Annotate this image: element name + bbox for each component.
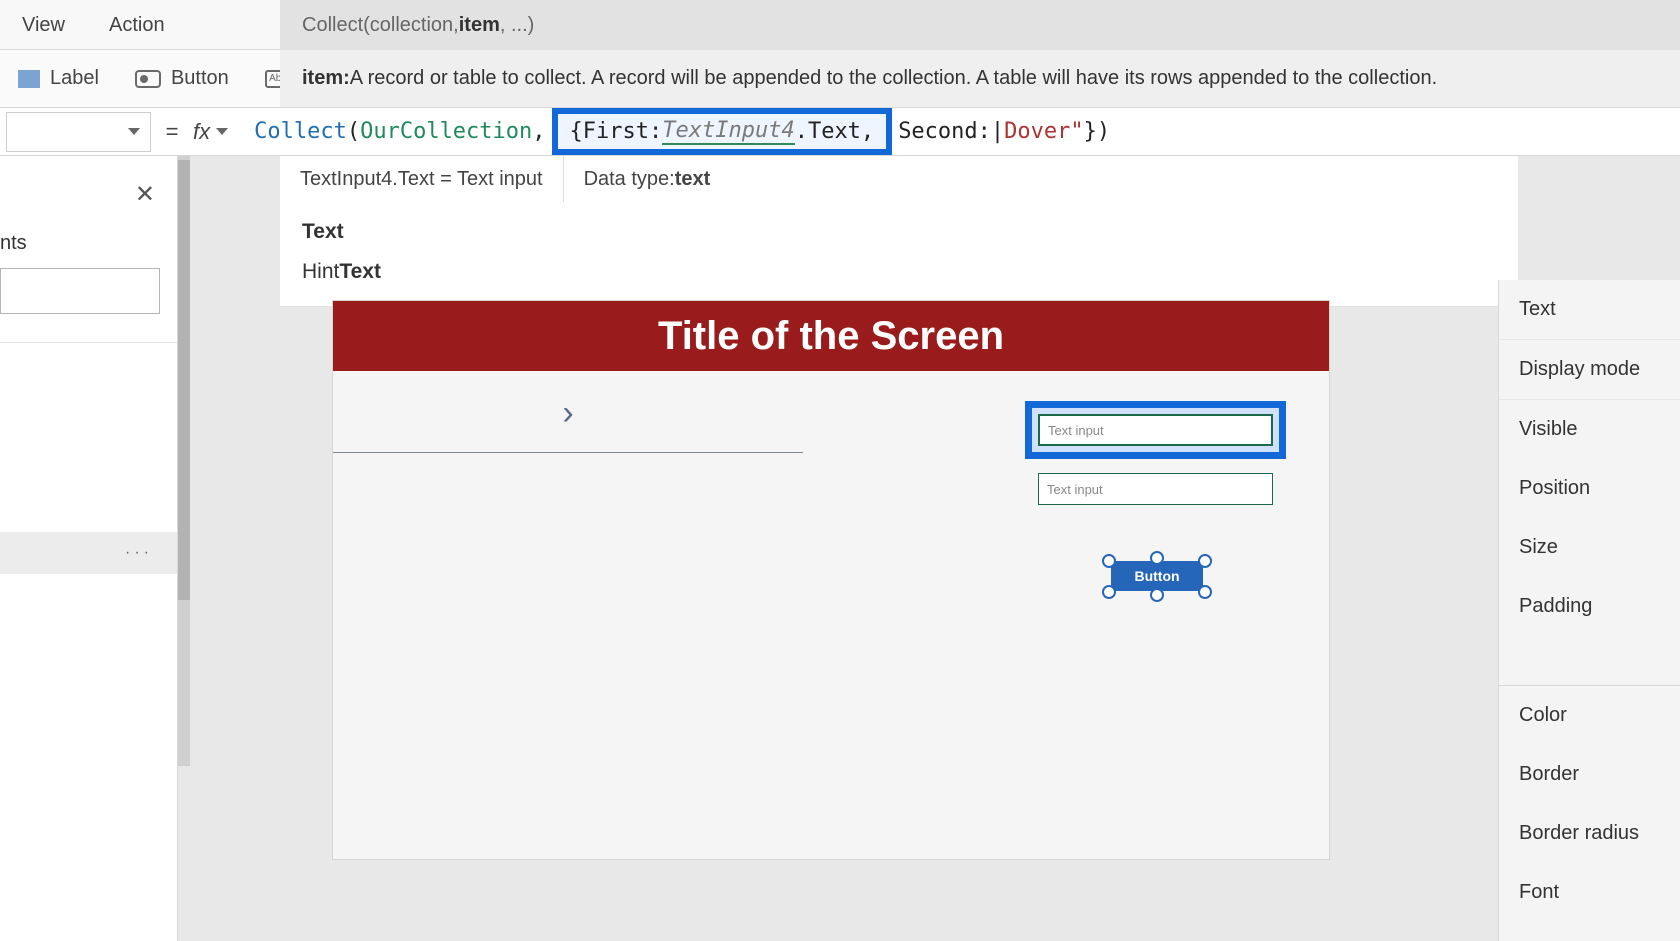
resize-handle-nw[interactable] — [1102, 554, 1116, 568]
chevron-down-icon — [128, 128, 140, 135]
tree-view-panel: ✕ nts ··· — [0, 156, 178, 941]
screen-title-label: Title of the Screen — [333, 301, 1329, 371]
button-selection-wrap: Button — [1092, 549, 1222, 603]
treeview-label-fragment: nts — [0, 232, 27, 255]
menu-view[interactable]: View — [0, 0, 87, 50]
chevron-right-icon[interactable]: › — [562, 394, 573, 433]
prop-text[interactable]: Text — [1499, 280, 1680, 340]
formula-bar: = fx Collect ( OurCollection , {First: T… — [0, 108, 1680, 156]
gallery-row[interactable]: › — [333, 375, 803, 453]
tok-open: ( — [347, 119, 360, 144]
insert-button-button[interactable]: Button — [117, 67, 247, 90]
canvas-button[interactable]: Button — [1111, 561, 1203, 591]
highlight-textinput4: Text input — [1025, 401, 1286, 459]
treeview-selected-item[interactable]: ··· — [0, 532, 177, 574]
property-selector[interactable] — [6, 112, 151, 152]
prop-size[interactable]: Size — [1499, 518, 1680, 577]
desc-prefix: item: — [302, 67, 350, 90]
formula-input[interactable]: Collect ( OurCollection , {First: TextIn… — [238, 108, 1680, 155]
intel-item-bold: Text — [302, 220, 344, 243]
resize-handle-n[interactable] — [1150, 551, 1164, 565]
equals-sign: = — [151, 119, 193, 145]
prop-border-radius[interactable]: Border radius — [1499, 804, 1680, 863]
intel-rhs-pre: Data type: — [584, 168, 675, 191]
chevron-down-icon — [216, 128, 228, 135]
prop-display-mode[interactable]: Display mode — [1499, 340, 1680, 400]
parameter-description: item: A record or table to collect. A re… — [280, 50, 1680, 108]
scrollbar-thumb[interactable] — [178, 160, 190, 600]
tok-cursor: | — [991, 119, 1004, 144]
resize-handle-s[interactable] — [1150, 588, 1164, 602]
tok-second-label: Second: — [898, 119, 991, 144]
insert-label-button[interactable]: Label — [0, 67, 117, 90]
close-icon[interactable]: ✕ — [135, 180, 155, 209]
intel-item-bold: Text — [339, 260, 381, 283]
intellisense-list: Text HintText — [280, 202, 1518, 306]
prop-font[interactable]: Font — [1499, 863, 1680, 922]
label-icon — [18, 70, 40, 88]
signature-prefix: Collect(collection, — [302, 14, 459, 37]
tok-string: Dover" — [1004, 119, 1083, 144]
resize-handle-sw[interactable] — [1102, 585, 1116, 599]
button-icon — [135, 70, 161, 88]
prop-border[interactable]: Border — [1499, 745, 1680, 804]
tok-comma: , — [532, 119, 545, 144]
intel-lhs: TextInput4.Text = Text input — [280, 156, 564, 202]
intellisense-panel: TextInput4.Text = Text input Data type: … — [280, 156, 1518, 307]
menu-action[interactable]: Action — [87, 0, 187, 50]
insert-label-text: Label — [50, 67, 99, 90]
insert-button-text: Button — [171, 67, 229, 90]
ellipsis-icon[interactable]: ··· — [125, 544, 153, 562]
tok-collection: OurCollection — [360, 119, 532, 144]
signature-suffix: , ...) — [500, 14, 534, 37]
tok-textinput-ref: TextInput4 — [662, 118, 794, 145]
tok-collect: Collect — [254, 119, 347, 144]
highlight-first-field: {First: TextInput4 .Text, — [552, 108, 893, 155]
textinput4[interactable]: Text input — [1038, 414, 1273, 446]
canvas[interactable]: Title of the Screen › Text input Text in… — [332, 300, 1330, 860]
resize-handle-se[interactable] — [1198, 585, 1212, 599]
prop-color[interactable]: Color — [1499, 686, 1680, 745]
treeview-search-input[interactable] — [0, 268, 160, 314]
desc-body: A record or table to collect. A record w… — [350, 67, 1437, 90]
treeview-scrollbar[interactable] — [178, 156, 190, 766]
props-spacer — [1499, 636, 1680, 686]
fx-button[interactable]: fx — [193, 119, 238, 145]
divider — [0, 342, 177, 343]
properties-panel: Text Display mode Visible Position Size … — [1498, 280, 1680, 941]
intel-rhs-bold: text — [675, 168, 711, 191]
intellisense-info-row: TextInput4.Text = Text input Data type: … — [280, 156, 1518, 202]
prop-padding[interactable]: Padding — [1499, 577, 1680, 636]
prop-position[interactable]: Position — [1499, 459, 1680, 518]
tok-close: }) — [1084, 119, 1111, 144]
fx-label: fx — [193, 119, 210, 145]
tok-ref-tail: .Text, — [795, 119, 874, 144]
formula-signature: Collect(collection, item , ...) — [280, 0, 1680, 50]
resize-handle-ne[interactable] — [1198, 554, 1212, 568]
intel-rhs: Data type: text — [564, 156, 731, 202]
tok-brace-open: {First: — [570, 119, 663, 144]
intel-item-text[interactable]: Text — [280, 212, 1518, 252]
intel-item-hinttext[interactable]: HintText — [280, 252, 1518, 292]
textinput5[interactable]: Text input — [1038, 473, 1273, 505]
signature-bold: item — [459, 14, 500, 37]
intel-item-plain: Hint — [302, 260, 339, 283]
prop-visible[interactable]: Visible — [1499, 400, 1680, 459]
